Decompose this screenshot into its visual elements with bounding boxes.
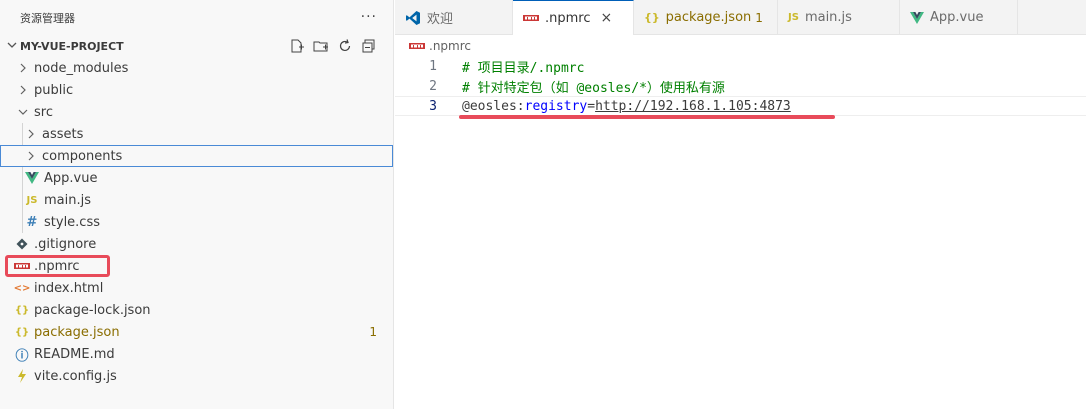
chevron-right-icon <box>16 63 30 73</box>
json-icon: {} <box>14 326 30 338</box>
vite-icon <box>14 368 30 384</box>
html-icon: <> <box>13 282 31 294</box>
new-folder-icon[interactable] <box>313 38 329 54</box>
tab-app-vue[interactable]: App.vue <box>900 0 1018 35</box>
chevron-right-icon <box>16 85 30 95</box>
tree-item-package-lock-json[interactable]: {} package-lock.json <box>0 299 393 321</box>
tree-item-label: .gitignore <box>34 236 97 252</box>
tree-item-label: package-lock.json <box>34 302 151 318</box>
chevron-down-icon[interactable] <box>4 40 20 53</box>
collapse-all-icon[interactable] <box>361 38 377 54</box>
registry-highlight-underline <box>459 115 835 119</box>
editor-tabs: 欢迎 .npmrc × {} package.json 1 JS main.js… <box>395 0 1086 35</box>
tab-label: 欢迎 <box>427 12 454 27</box>
tab-label: main.js <box>804 10 852 25</box>
tree-item-public[interactable]: public <box>0 79 393 101</box>
code-url-link[interactable]: http://192.168.1.105:4873 <box>595 99 791 114</box>
tree-item-node-modules[interactable]: node_modules <box>0 57 393 79</box>
chevron-right-icon <box>24 129 38 139</box>
tree-item-label: App.vue <box>44 170 98 186</box>
tree-item-label: style.css <box>44 214 100 230</box>
chevron-right-icon <box>24 151 38 161</box>
tree-item-label: node_modules <box>34 60 129 76</box>
tree-item-label: package.json <box>34 324 120 340</box>
tree-item-label: README.md <box>34 346 115 362</box>
line-number: 1 <box>429 58 437 74</box>
line-number: 3 <box>429 98 437 114</box>
problem-count-badge: 1 <box>369 325 377 339</box>
tree-item-components[interactable]: components <box>0 145 393 167</box>
js-icon: JS <box>26 194 38 206</box>
tree-item-gitignore[interactable]: .gitignore <box>0 233 393 255</box>
more-actions-icon[interactable]: ··· <box>361 9 377 25</box>
explorer-title-label: 资源管理器 <box>20 11 75 25</box>
json-icon: {} <box>14 304 30 316</box>
breadcrumb-file: .npmrc <box>429 39 471 53</box>
new-file-icon[interactable] <box>289 38 305 54</box>
vue-icon <box>24 170 40 186</box>
tree-item-src[interactable]: src <box>0 101 393 123</box>
tree-item-label: assets <box>42 126 84 142</box>
problem-count-badge: 1 <box>755 10 763 25</box>
tree-item-style-css[interactable]: # style.css <box>0 211 393 233</box>
css-icon: # <box>26 214 38 230</box>
npm-icon <box>523 14 539 22</box>
tab-welcome[interactable]: 欢迎 <box>395 0 513 35</box>
tab-npmrc[interactable]: .npmrc × <box>513 0 634 35</box>
tree-item-package-json[interactable]: {} package.json 1 <box>0 321 393 343</box>
chevron-down-icon <box>16 108 30 116</box>
editor-area: 欢迎 .npmrc × {} package.json 1 JS main.js… <box>395 0 1086 409</box>
code-key: registry <box>524 98 588 114</box>
project-actions <box>289 38 377 54</box>
close-icon[interactable]: × <box>601 10 613 26</box>
info-icon: ⓘ <box>15 348 29 364</box>
git-icon <box>14 236 30 252</box>
explorer-title: 资源管理器 ··· <box>0 0 393 35</box>
project-root[interactable]: MY-VUE-PROJECT <box>0 35 393 57</box>
code-line[interactable]: 2 # 针对特定包（如 @eosles/*）使用私有源 <box>395 76 1086 96</box>
tab-label: package.json <box>665 10 752 25</box>
tree-item-label: main.js <box>44 192 91 208</box>
code-scope: @eosles <box>462 98 517 114</box>
code-comment: # 针对特定包（如 @eosles/*）使用私有源 <box>462 80 725 96</box>
code-comment: # 项目目录/.npmrc <box>462 60 585 76</box>
tab-label: App.vue <box>930 10 984 25</box>
line-number: 2 <box>429 78 437 94</box>
tree-item-main-js[interactable]: JS main.js <box>0 189 393 211</box>
tree-item-app-vue[interactable]: App.vue <box>0 167 393 189</box>
tab-package-json[interactable]: {} package.json 1 <box>634 0 778 35</box>
tab-main-js[interactable]: JS main.js <box>778 0 900 35</box>
breadcrumb[interactable]: .npmrc <box>395 35 1086 57</box>
tree-item-label: src <box>34 104 53 120</box>
npmrc-highlight-box <box>5 255 110 277</box>
code-line[interactable]: 1 # 项目目录/.npmrc <box>395 56 1086 76</box>
vue-icon <box>910 11 924 24</box>
tree-item-assets[interactable]: assets <box>0 123 393 145</box>
tab-label: .npmrc <box>545 10 591 26</box>
tree-item-label: components <box>42 148 123 164</box>
project-name: MY-VUE-PROJECT <box>20 39 124 53</box>
json-icon: {} <box>644 11 660 24</box>
tree-item-label: index.html <box>34 280 104 296</box>
code-editor[interactable]: 1 # 项目目录/.npmrc 2 # 针对特定包（如 @eosles/*）使用… <box>395 56 1086 116</box>
code-equals: = <box>587 98 596 114</box>
code-line-current[interactable]: 3 @eosles:registry=http://192.168.1.105:… <box>395 96 1086 116</box>
js-icon: JS <box>788 12 799 23</box>
tree-item-label: vite.config.js <box>34 368 117 384</box>
code-statement: @eosles:registry=http://192.168.1.105:48… <box>462 99 791 114</box>
tree-item-vite-config[interactable]: vite.config.js <box>0 365 393 387</box>
tree-item-readme[interactable]: ⓘ README.md <box>0 343 393 365</box>
tree-item-index-html[interactable]: <> index.html <box>0 277 393 299</box>
code-colon: : <box>516 98 525 114</box>
npm-icon <box>409 42 425 50</box>
vscode-icon <box>405 10 421 26</box>
tree-item-label: public <box>34 82 74 98</box>
explorer-sidebar: 资源管理器 ··· MY-VUE-PROJECT node_modules pu… <box>0 0 394 409</box>
refresh-icon[interactable] <box>337 38 353 54</box>
